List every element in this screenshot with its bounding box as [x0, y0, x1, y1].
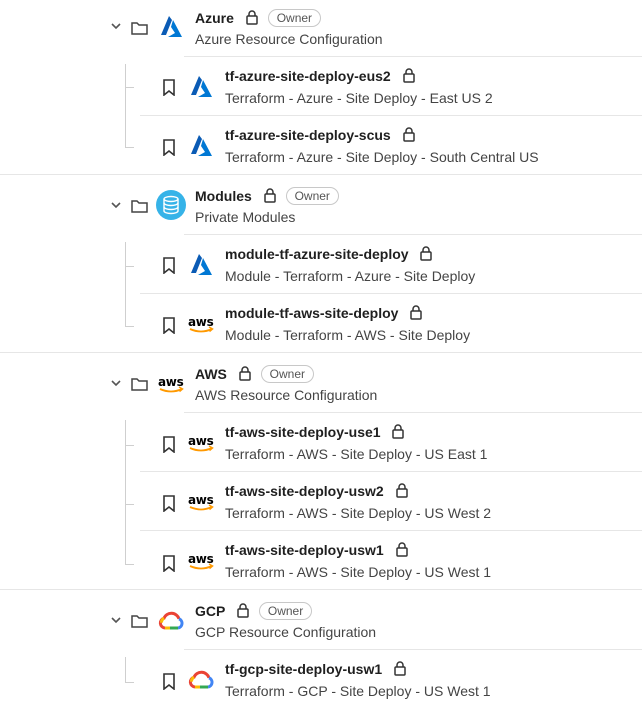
- lock-icon: [395, 542, 408, 557]
- divider: [140, 471, 642, 472]
- lock-icon: [237, 603, 249, 618]
- lock-icon: [394, 661, 406, 676]
- lock-icon: [246, 10, 258, 25]
- aws-icon: aws: [188, 493, 214, 511]
- group-description: Private Modules: [195, 209, 296, 225]
- item-title[interactable]: tf-gcp-site-deploy-usw1: [225, 661, 382, 677]
- tree-branch: [125, 445, 134, 446]
- item-title[interactable]: module-tf-azure-site-deploy: [225, 246, 409, 262]
- divider: [140, 115, 642, 116]
- item-title[interactable]: tf-aws-site-deploy-usw1: [225, 542, 384, 558]
- divider: [0, 174, 642, 175]
- aws-icon: aws: [188, 315, 214, 333]
- item-description: Module - Terraform - Azure - Site Deploy: [225, 268, 476, 284]
- item-title[interactable]: tf-azure-site-deploy-eus2: [225, 68, 391, 84]
- bookmark-icon[interactable]: [162, 555, 176, 572]
- group-title[interactable]: Modules: [195, 188, 252, 204]
- tree-line: [125, 242, 126, 326]
- lock-icon: [239, 366, 251, 381]
- tree-branch: [125, 564, 134, 565]
- gcp-icon: [158, 611, 184, 630]
- divider: [184, 412, 642, 413]
- tree-line: [125, 657, 126, 682]
- lock-icon: [402, 68, 415, 83]
- chevron-down-icon[interactable]: [109, 376, 123, 390]
- tree-branch: [125, 682, 134, 683]
- item-title[interactable]: tf-aws-site-deploy-usw2: [225, 483, 384, 499]
- divider: [184, 234, 642, 235]
- bookmark-icon[interactable]: [162, 317, 176, 334]
- folder-icon: [131, 378, 148, 391]
- owner-badge: Owner: [285, 187, 339, 205]
- item-description: Module - Terraform - AWS - Site Deploy: [225, 327, 471, 343]
- group-description: Azure Resource Configuration: [195, 31, 383, 47]
- lock-icon: [402, 127, 415, 142]
- tree-line: [125, 420, 126, 564]
- owner-badge: Owner: [267, 9, 322, 27]
- bookmark-icon[interactable]: [162, 139, 176, 156]
- azure-icon: [191, 254, 212, 275]
- group-description: AWS Resource Configuration: [195, 387, 378, 403]
- aws-icon: aws: [158, 375, 184, 393]
- bookmark-icon[interactable]: [162, 79, 176, 96]
- database-icon: [156, 190, 186, 220]
- lock-icon: [392, 424, 405, 439]
- lock-icon: [263, 188, 276, 203]
- lock-icon: [410, 305, 423, 320]
- folder-icon: [131, 615, 148, 628]
- bookmark-icon[interactable]: [162, 495, 176, 512]
- aws-icon: aws: [188, 552, 214, 570]
- item-description: Terraform - AWS - Site Deploy - US East …: [225, 446, 488, 462]
- gcp-icon: [188, 670, 214, 689]
- bookmark-icon[interactable]: [162, 673, 176, 690]
- item-description: Terraform - Azure - Site Deploy - East U…: [225, 90, 493, 106]
- azure-icon: [161, 16, 182, 37]
- azure-icon: [191, 76, 212, 97]
- divider: [0, 352, 642, 353]
- chevron-down-icon[interactable]: [109, 198, 123, 212]
- item-title[interactable]: tf-aws-site-deploy-use1: [225, 424, 381, 440]
- tree-branch: [125, 266, 134, 267]
- tree-branch: [125, 147, 134, 148]
- group-title[interactable]: Azure: [195, 10, 234, 26]
- item-description: Terraform - AWS - Site Deploy - US West …: [225, 505, 492, 521]
- divider: [140, 293, 642, 294]
- group-title[interactable]: AWS: [195, 366, 227, 382]
- chevron-down-icon[interactable]: [109, 19, 123, 33]
- divider: [184, 649, 642, 650]
- tree-branch: [125, 504, 134, 505]
- divider: [184, 56, 642, 57]
- azure-icon: [191, 135, 212, 156]
- bookmark-icon[interactable]: [162, 436, 176, 453]
- folder-icon: [131, 22, 148, 35]
- owner-badge: Owner: [260, 365, 315, 383]
- tree-line: [125, 64, 126, 147]
- bookmark-icon[interactable]: [162, 257, 176, 274]
- divider: [140, 530, 642, 531]
- tree-branch: [125, 326, 134, 327]
- item-title[interactable]: module-tf-aws-site-deploy: [225, 305, 398, 321]
- group-title[interactable]: GCP: [195, 603, 225, 619]
- folder-icon: [131, 200, 148, 213]
- item-description: Terraform - Azure - Site Deploy - South …: [225, 149, 539, 165]
- tree-branch: [125, 87, 134, 88]
- lock-icon: [395, 483, 408, 498]
- group-description: GCP Resource Configuration: [195, 624, 377, 640]
- divider: [0, 589, 642, 590]
- item-description: Terraform - GCP - Site Deploy - US West …: [225, 683, 491, 699]
- aws-icon: aws: [188, 434, 214, 452]
- item-title[interactable]: tf-azure-site-deploy-scus: [225, 127, 391, 143]
- item-description: Terraform - AWS - Site Deploy - US West …: [225, 564, 492, 580]
- lock-icon: [420, 246, 433, 261]
- chevron-down-icon[interactable]: [109, 613, 123, 627]
- owner-badge: Owner: [258, 602, 313, 620]
